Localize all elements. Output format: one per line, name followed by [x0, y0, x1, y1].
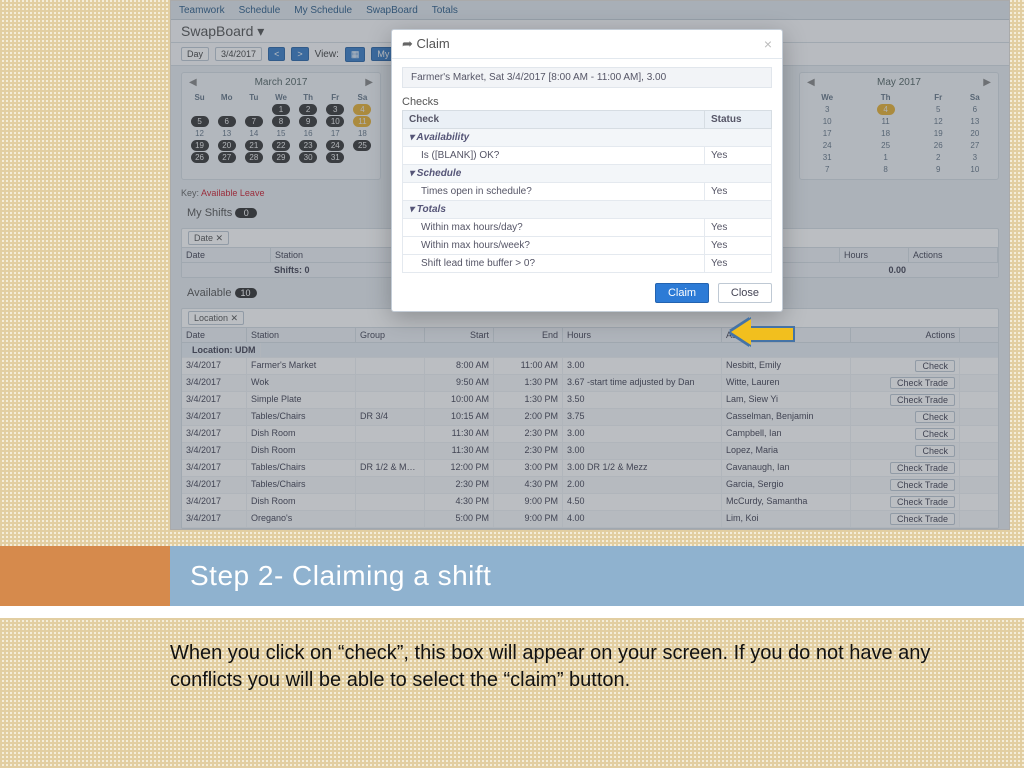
- calendar-may[interactable]: May 2017 WeThFrSa 3456 10111213 17181920…: [799, 72, 999, 180]
- th-check: Check: [403, 111, 705, 129]
- view-label: View:: [315, 49, 339, 60]
- checks-table: CheckStatus ▾ AvailabilityIs ([BLANK]) O…: [402, 110, 772, 273]
- myshifts-count-badge: 0: [235, 208, 257, 218]
- table-row[interactable]: 3/4/2017Dish Room4:30 PM9:00 PM4.50McCur…: [182, 494, 998, 511]
- close-icon[interactable]: ×: [764, 36, 772, 52]
- claim-modal: Claim × Farmer's Market, Sat 3/4/2017 [8:…: [391, 29, 783, 312]
- col-station[interactable]: Station: [271, 248, 400, 262]
- check-section: ▾ Schedule: [403, 165, 772, 183]
- modal-title: Claim: [417, 36, 450, 51]
- available-location-chip[interactable]: Location ✕: [188, 311, 244, 325]
- app-screenshot: Teamwork Schedule My Schedule SwapBoard …: [170, 0, 1010, 530]
- row-action-button[interactable]: Check Trade: [890, 462, 955, 474]
- next-button[interactable]: >: [291, 47, 308, 61]
- orange-accent: [0, 546, 170, 606]
- table-row[interactable]: 3/4/2017Tables/ChairsDR 3/410:15 AM2:00 …: [182, 409, 998, 426]
- check-row: Times open in schedule?Yes: [403, 183, 772, 201]
- row-action-button[interactable]: Check Trade: [890, 496, 955, 508]
- myshifts-summary: Shifts: 0: [270, 263, 398, 277]
- row-action-button[interactable]: Check Trade: [890, 377, 955, 389]
- row-action-button[interactable]: Check Trade: [890, 479, 955, 491]
- checks-label: Checks: [402, 96, 772, 108]
- nav-totals[interactable]: Totals: [432, 5, 458, 16]
- check-section: ▾ Totals: [403, 201, 772, 219]
- prev-button[interactable]: <: [268, 47, 285, 61]
- date-input[interactable]: 3/4/2017: [215, 47, 262, 61]
- table-row[interactable]: 3/4/2017Farmer's Market8:00 AM11:00 AM3.…: [182, 358, 998, 375]
- nav-schedule[interactable]: Schedule: [239, 5, 281, 16]
- col-group[interactable]: Group: [356, 328, 425, 342]
- check-row: Is ([BLANK]) OK?Yes: [403, 147, 772, 165]
- step-title: Step 2- Claiming a shift: [190, 560, 491, 592]
- available-section: Location ✕ Date Station Group Start End …: [181, 308, 999, 529]
- th-status: Status: [705, 111, 772, 129]
- calendar-month-label: May 2017: [804, 77, 994, 88]
- calendar-month-label: March 2017: [186, 77, 376, 88]
- available-count-badge: 10: [235, 288, 257, 298]
- col-start[interactable]: Start: [425, 328, 494, 342]
- table-row[interactable]: 3/4/2017Dish Room11:30 AM2:30 PM3.00Lope…: [182, 443, 998, 460]
- nav-teamwork[interactable]: Teamwork: [179, 5, 225, 16]
- annotation-arrow: [731, 320, 791, 344]
- check-row: Within max hours/week?Yes: [403, 237, 772, 255]
- key-label: Key:: [181, 188, 199, 198]
- col-date[interactable]: Date: [182, 248, 271, 262]
- key-leave: Leave: [240, 188, 265, 198]
- check-section: ▾ Availability: [403, 129, 772, 147]
- modal-shift-info: Farmer's Market, Sat 3/4/2017 [8:00 AM -…: [402, 67, 772, 88]
- row-action-button[interactable]: Check Trade: [890, 394, 955, 406]
- row-action-button[interactable]: Check: [915, 428, 955, 440]
- step-caption: When you click on “check”, this box will…: [170, 640, 1004, 694]
- calendar-march[interactable]: March 2017 SuMoTuWeThFrSa 1234 567891011…: [181, 72, 381, 180]
- check-row: Within max hours/day?Yes: [403, 219, 772, 237]
- group-row[interactable]: Location: UDM: [182, 343, 261, 357]
- claim-button[interactable]: Claim: [655, 283, 709, 303]
- check-row: Shift lead time buffer > 0?Yes: [403, 255, 772, 273]
- row-action-button[interactable]: Check: [915, 360, 955, 372]
- myshifts-total: 0.00: [842, 263, 910, 277]
- row-action-button[interactable]: Check: [915, 411, 955, 423]
- view-grid-button[interactable]: ▦: [345, 47, 366, 62]
- table-row[interactable]: 3/4/2017Dish Room11:30 AM2:30 PM3.00Camp…: [182, 426, 998, 443]
- table-row[interactable]: 3/4/2017Tables/ChairsDR 1/2 & Mezz12:00 …: [182, 460, 998, 477]
- top-nav: Teamwork Schedule My Schedule SwapBoard …: [171, 1, 1009, 20]
- myshifts-date-chip[interactable]: Date ✕: [188, 231, 229, 245]
- nav-swapboard[interactable]: SwapBoard: [366, 5, 418, 16]
- row-action-button[interactable]: Check Trade: [890, 513, 955, 525]
- col-date[interactable]: Date: [182, 328, 247, 342]
- page-title-text: SwapBoard: [181, 23, 253, 39]
- col-station[interactable]: Station: [247, 328, 356, 342]
- period-select[interactable]: Day: [181, 47, 209, 61]
- nav-myschedule[interactable]: My Schedule: [294, 5, 352, 16]
- table-row[interactable]: 3/4/2017Oregano's5:00 PM9:00 PM4.00Lim, …: [182, 511, 998, 528]
- banner-wrap: Step 2- Claiming a shift: [0, 546, 1024, 618]
- table-row[interactable]: 3/4/2017Wok9:50 AM1:30 PM3.67 -start tim…: [182, 375, 998, 392]
- table-row[interactable]: 3/4/2017Tables/Chairs2:30 PM4:30 PM2.00G…: [182, 477, 998, 494]
- col-hours[interactable]: Hours: [563, 328, 722, 342]
- close-button[interactable]: Close: [718, 283, 772, 303]
- key-available: Available: [201, 188, 237, 198]
- col-actions[interactable]: Actions: [909, 248, 998, 262]
- row-action-button[interactable]: Check: [915, 445, 955, 457]
- col-actions[interactable]: Actions: [851, 328, 960, 342]
- col-end[interactable]: End: [494, 328, 563, 342]
- table-row[interactable]: 3/4/2017Simple Plate10:00 AM1:30 PM3.50L…: [182, 392, 998, 409]
- col-hours[interactable]: Hours: [840, 248, 909, 262]
